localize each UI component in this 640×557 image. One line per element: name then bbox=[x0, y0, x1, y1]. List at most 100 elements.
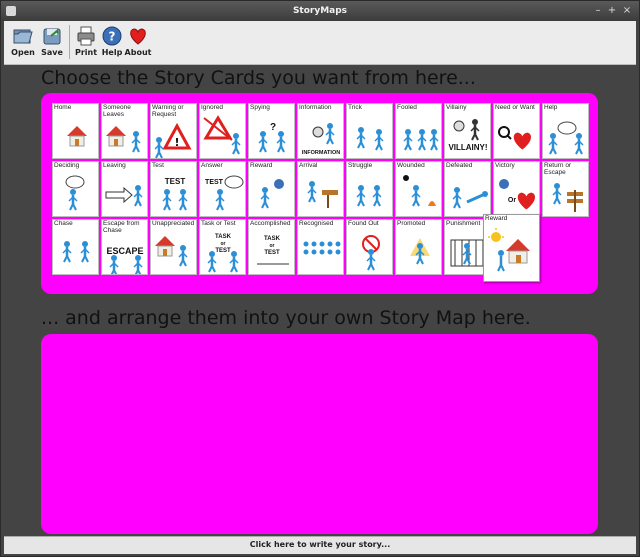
card-label: Defeated bbox=[446, 162, 473, 169]
card-label: Wounded bbox=[397, 162, 425, 169]
story-card-victory[interactable]: Or Victory bbox=[493, 161, 540, 217]
story-card-escape-from-chase[interactable]: ESCAPE Escape from Chase bbox=[101, 219, 148, 275]
maximize-button[interactable]: + bbox=[606, 5, 618, 17]
save-disk-icon bbox=[43, 28, 61, 45]
card-caption: Or bbox=[508, 197, 516, 204]
card-label: Test bbox=[152, 162, 164, 169]
story-card-found-out[interactable]: Found Out bbox=[346, 219, 393, 275]
story-card-deciding[interactable]: Deciding bbox=[52, 161, 99, 217]
card-label: Someone Leaves bbox=[103, 104, 131, 118]
fooled-icon bbox=[403, 129, 439, 151]
promoted-icon bbox=[410, 238, 430, 265]
heart-icon bbox=[130, 28, 146, 45]
print-label: Print bbox=[74, 48, 98, 57]
arrange-map-heading: ... and arrange them into your own Story… bbox=[41, 307, 531, 329]
victory-icon: Or bbox=[499, 179, 536, 210]
story-card-unappreciated[interactable]: Unappreciated bbox=[150, 219, 197, 275]
trick-icon bbox=[356, 127, 384, 151]
story-card-trick[interactable]: Trick bbox=[346, 103, 393, 159]
story-card-warning-or-request[interactable]: ! Warning or Request bbox=[150, 103, 197, 159]
test-icon: TEST bbox=[162, 177, 188, 211]
help-question-icon: ? bbox=[102, 26, 122, 46]
save-label: Save bbox=[41, 48, 63, 57]
write-story-button[interactable]: Click here to write your story... bbox=[4, 536, 636, 554]
close-button[interactable]: × bbox=[621, 5, 633, 17]
card-label: Ignored bbox=[201, 104, 224, 111]
information-icon: INFORMATION bbox=[302, 123, 340, 156]
svg-text:?: ? bbox=[109, 30, 116, 44]
card-caption: TEST bbox=[165, 177, 186, 186]
chase-icon bbox=[62, 241, 90, 263]
card-caption: TASK bbox=[264, 236, 281, 242]
story-card-fooled[interactable]: Fooled bbox=[395, 103, 442, 159]
card-label: Struggle bbox=[348, 162, 373, 169]
card-label: Information bbox=[299, 104, 332, 111]
card-label: Leaving bbox=[103, 162, 126, 169]
answer-icon: TEST bbox=[205, 175, 244, 211]
card-caption: ESCAPE bbox=[106, 246, 143, 256]
card-label: Trick bbox=[348, 104, 362, 111]
save-button[interactable]: Save bbox=[37, 23, 67, 61]
svg-text:!: ! bbox=[174, 136, 179, 149]
toolbar: Open Save Print ? Help About bbox=[4, 21, 636, 65]
dragged-reward-card[interactable]: Reward bbox=[483, 214, 540, 282]
card-label: Help bbox=[544, 104, 558, 111]
story-card-test[interactable]: TEST Test bbox=[150, 161, 197, 217]
story-card-defeated[interactable]: Defeated bbox=[444, 161, 491, 217]
story-card-answer[interactable]: TEST Answer bbox=[199, 161, 246, 217]
story-card-home[interactable]: Home bbox=[52, 103, 99, 159]
story-card-ignored[interactable]: Ignored bbox=[199, 103, 246, 159]
story-card-task-or-test[interactable]: TASK or TEST Task or Test bbox=[199, 219, 246, 275]
card-label: Reward bbox=[250, 162, 273, 169]
reward-home-icon bbox=[488, 228, 530, 272]
story-card-villainy[interactable]: VILLAINY! Villainy bbox=[444, 103, 491, 159]
story-card-need-or-want[interactable]: Need or Want bbox=[493, 103, 540, 159]
card-label: Deciding bbox=[54, 162, 80, 169]
accomplished-icon: TASKorTEST bbox=[257, 236, 289, 265]
card-caption: VILLAINY! bbox=[448, 143, 487, 152]
story-card-spying[interactable]: ? Spying bbox=[248, 103, 295, 159]
card-label: Answer bbox=[201, 162, 223, 169]
card-label: Chase bbox=[54, 220, 73, 227]
story-card-wounded[interactable]: Wounded bbox=[395, 161, 442, 217]
story-card-accomplished[interactable]: TASK or TEST Accomplished bbox=[248, 219, 295, 275]
reward-icon bbox=[260, 179, 284, 209]
house-icon bbox=[67, 126, 87, 147]
open-button[interactable]: Open bbox=[8, 23, 38, 61]
story-card-someone-leaves[interactable]: Someone Leaves bbox=[101, 103, 148, 159]
ignored-warning-icon bbox=[203, 115, 241, 155]
card-label: Need or Want bbox=[495, 104, 535, 111]
story-card-recognised[interactable]: Recognised bbox=[297, 219, 344, 275]
thinking-icon bbox=[65, 175, 85, 211]
minimize-button[interactable]: – bbox=[592, 5, 604, 17]
story-card-information[interactable]: INFORMATION Information bbox=[297, 103, 344, 159]
story-card-struggle[interactable]: Struggle bbox=[346, 161, 393, 217]
card-label: Arrival bbox=[299, 162, 318, 169]
story-card-reward[interactable]: Reward bbox=[248, 161, 295, 217]
card-label: Escape from Chase bbox=[103, 220, 140, 234]
window-title: StoryMaps bbox=[292, 6, 348, 16]
card-label: Found Out bbox=[348, 220, 379, 227]
need-heart-icon bbox=[498, 126, 532, 150]
story-card-arrival[interactable]: Arrival bbox=[297, 161, 344, 217]
story-card-chase[interactable]: Chase bbox=[52, 219, 99, 275]
printer-icon bbox=[77, 26, 95, 46]
card-label: Warning or Request bbox=[152, 104, 184, 118]
card-caption: TASK bbox=[215, 234, 232, 240]
story-card-return-or-escape[interactable]: Return or Escape bbox=[542, 161, 589, 217]
story-card-help[interactable]: Help bbox=[542, 103, 589, 159]
card-label: Home bbox=[54, 104, 72, 111]
story-map-area[interactable] bbox=[41, 334, 598, 534]
card-label: Unappreciated bbox=[152, 220, 195, 227]
help-label: Help bbox=[101, 48, 123, 57]
card-label: Promoted bbox=[397, 220, 426, 227]
villainy-icon: VILLAINY! bbox=[448, 119, 488, 152]
card-label: Punishment bbox=[446, 220, 481, 227]
story-card-leaving[interactable]: Leaving bbox=[101, 161, 148, 217]
about-button[interactable]: About bbox=[123, 23, 153, 61]
help-icon bbox=[548, 121, 584, 155]
story-card-promoted[interactable]: Promoted bbox=[395, 219, 442, 275]
card-label: Victory bbox=[495, 162, 515, 169]
card-label: Task or Test bbox=[201, 220, 236, 227]
app-window: StoryMaps – + × Open Save Print ? Help A… bbox=[0, 0, 640, 557]
